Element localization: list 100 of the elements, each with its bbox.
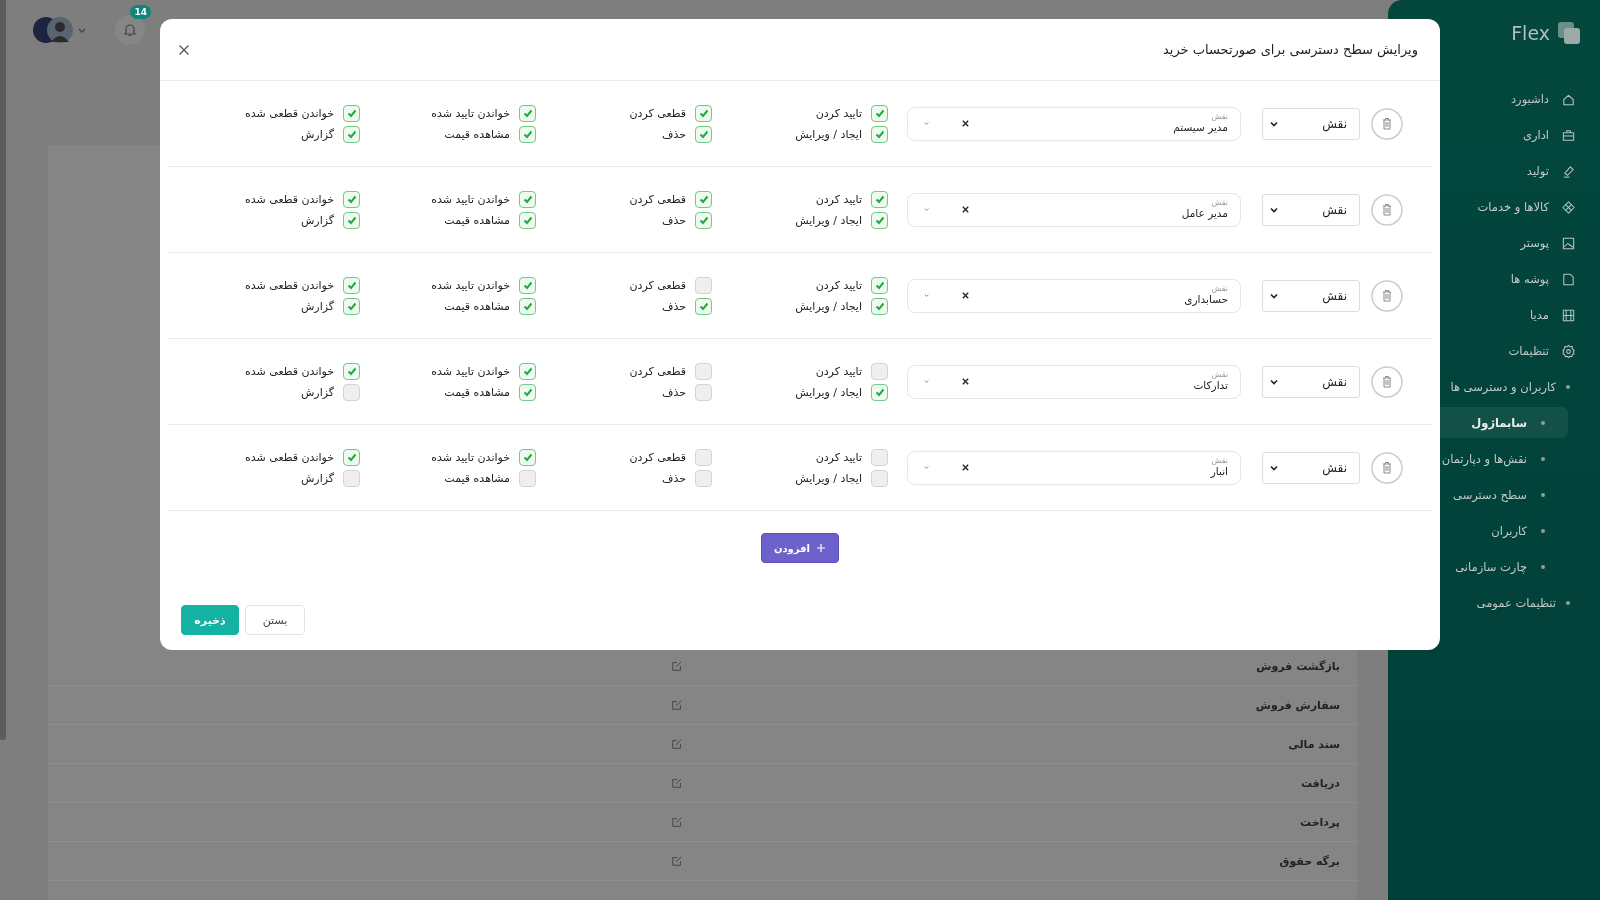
checkbox[interactable] — [343, 125, 360, 143]
bullet-icon — [1541, 493, 1545, 497]
chevron-icon[interactable] — [922, 463, 931, 472]
checkbox[interactable] — [695, 362, 712, 380]
delete-icon[interactable] — [1371, 107, 1403, 140]
edit-icon[interactable] — [671, 855, 683, 867]
checkbox[interactable] — [871, 297, 888, 315]
role-field[interactable]: نقش مدیر سیستم — [907, 106, 1241, 141]
sidebar-item[interactable]: کاربران و دسترسی ها — [1388, 369, 1600, 405]
checkbox[interactable] — [519, 469, 536, 487]
sidebar-item[interactable]: اداری — [1388, 117, 1600, 153]
checkbox[interactable] — [343, 297, 360, 315]
clear-icon[interactable] — [961, 377, 970, 386]
checkbox[interactable] — [695, 190, 712, 208]
role-field[interactable]: نقش انبار — [907, 450, 1241, 485]
delete-icon[interactable] — [1371, 451, 1403, 484]
edit-icon[interactable] — [671, 816, 683, 828]
sidebar-item[interactable]: کاربران — [1432, 513, 1600, 549]
checkbox[interactable] — [871, 125, 888, 143]
chevron-icon[interactable] — [922, 119, 931, 128]
sidebar-item[interactable]: تنظیمات عمومی — [1388, 585, 1600, 621]
close-button[interactable]: بستن — [245, 605, 305, 635]
edit-icon[interactable] — [671, 777, 683, 789]
check-icon — [521, 128, 534, 140]
checkbox[interactable] — [519, 125, 536, 143]
checkbox[interactable] — [519, 276, 536, 294]
checkbox[interactable] — [871, 211, 888, 229]
checkbox[interactable] — [695, 211, 712, 229]
checkbox[interactable] — [695, 104, 712, 122]
checkbox[interactable] — [519, 362, 536, 380]
permission-label: گزارش — [300, 299, 334, 313]
checkbox[interactable] — [343, 469, 360, 487]
delete-icon[interactable] — [1371, 279, 1403, 312]
role-select[interactable]: نقش — [1262, 451, 1360, 484]
delete-icon[interactable] — [1371, 193, 1403, 226]
sidebar-item[interactable]: تولید — [1388, 153, 1600, 189]
add-button[interactable]: افزودن — [761, 533, 839, 563]
role-select[interactable]: نقش — [1262, 365, 1360, 398]
checkbox[interactable] — [871, 448, 888, 466]
user-menu[interactable] — [33, 16, 87, 44]
checkbox[interactable] — [695, 469, 712, 487]
checkbox[interactable] — [871, 276, 888, 294]
checkbox[interactable] — [695, 383, 712, 401]
checkbox[interactable] — [871, 383, 888, 401]
checkbox[interactable] — [519, 297, 536, 315]
role-field[interactable]: نقش تدارکات — [907, 364, 1241, 399]
clear-icon[interactable] — [961, 463, 970, 472]
checkbox[interactable] — [695, 276, 712, 294]
delete-icon[interactable] — [1371, 365, 1403, 398]
checkbox[interactable] — [871, 362, 888, 380]
notification-button[interactable] — [115, 15, 145, 45]
sidebar-item[interactable]: چارت سازمانی — [1432, 549, 1600, 585]
edit-icon[interactable] — [671, 660, 683, 672]
sidebar-item[interactable]: کالاها و خدمات — [1388, 189, 1600, 225]
chevron-icon[interactable] — [922, 377, 931, 386]
chevron-icon[interactable] — [922, 291, 931, 300]
role-select[interactable]: نقش — [1262, 193, 1360, 226]
diamond-icon — [1561, 199, 1576, 215]
sidebar-item[interactable]: پوستر — [1388, 225, 1600, 261]
checkbox[interactable] — [695, 297, 712, 315]
check-icon — [345, 128, 358, 140]
checkbox[interactable] — [519, 190, 536, 208]
checkbox[interactable] — [871, 469, 888, 487]
edit-icon[interactable] — [671, 738, 683, 750]
checkbox[interactable] — [695, 448, 712, 466]
role-select[interactable]: نقش — [1262, 107, 1360, 140]
checkbox[interactable] — [343, 383, 360, 401]
sidebar-item[interactable]: سطح دسترسی — [1432, 477, 1600, 513]
checkbox[interactable] — [343, 448, 360, 466]
sidebar-item[interactable]: داشبورد — [1388, 81, 1600, 117]
clear-icon[interactable] — [961, 291, 970, 300]
role-select[interactable]: نقش — [1262, 279, 1360, 312]
role-field[interactable]: نقش مدیر عامل — [907, 192, 1241, 227]
sidebar-item[interactable]: مدیا — [1388, 297, 1600, 333]
checkbox[interactable] — [519, 104, 536, 122]
plus-icon — [816, 543, 827, 553]
sidebar-item[interactable]: تنظیمات — [1388, 333, 1600, 369]
checkbox[interactable] — [519, 448, 536, 466]
checkbox[interactable] — [695, 125, 712, 143]
checkbox[interactable] — [343, 104, 360, 122]
role-field[interactable]: نقش حسابداری — [907, 278, 1241, 313]
close-icon[interactable] — [178, 43, 190, 56]
permission-label: گزارش — [300, 213, 334, 227]
checkbox[interactable] — [343, 190, 360, 208]
chevron-icon[interactable] — [922, 205, 931, 214]
checkbox[interactable] — [871, 190, 888, 208]
check-icon — [345, 107, 358, 119]
checkbox[interactable] — [343, 211, 360, 229]
sidebar-item[interactable]: نقش‌ها و دپارتمان — [1432, 441, 1600, 477]
clear-icon[interactable] — [961, 205, 970, 214]
checkbox[interactable] — [871, 104, 888, 122]
checkbox[interactable] — [343, 362, 360, 380]
clear-icon[interactable] — [961, 119, 970, 128]
checkbox[interactable] — [519, 211, 536, 229]
edit-icon[interactable] — [671, 699, 683, 711]
permission-label: قطعی کردن — [629, 278, 686, 292]
permission-label: خواندن تایید شده — [431, 364, 510, 378]
checkbox[interactable] — [519, 383, 536, 401]
checkbox[interactable] — [343, 276, 360, 294]
sidebar-item[interactable]: پوشه ها — [1388, 261, 1600, 297]
